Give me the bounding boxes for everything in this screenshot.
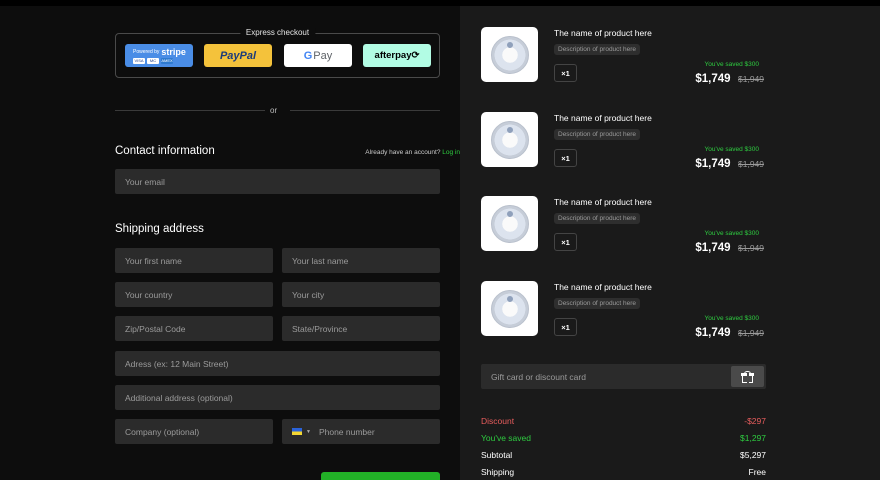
phone-placeholder: Phone number: [318, 426, 375, 437]
ukraine-flag-icon[interactable]: [292, 428, 302, 435]
old-price: $1,949: [738, 74, 764, 84]
mastercard-icon: MC: [147, 58, 159, 64]
product-price: $1,749 $1,949: [695, 238, 764, 256]
product-name: The name of product here: [554, 28, 652, 38]
first-name-field[interactable]: Your first name: [115, 248, 273, 273]
subtotal-label: Subtotal: [481, 450, 513, 460]
gift-card-placeholder: Gift card or discount card: [491, 371, 586, 382]
product-description: Description of product here: [554, 44, 641, 55]
continue-button[interactable]: [321, 472, 440, 480]
amex-icon: AMEX: [161, 58, 173, 64]
google-g-icon: G: [303, 49, 313, 62]
product-description: Description of product here: [554, 298, 641, 309]
saved-label: You've saved: [481, 433, 531, 443]
old-price: $1,949: [738, 328, 764, 338]
product-name: The name of product here: [554, 282, 652, 292]
current-price: $1,749: [695, 242, 731, 254]
zip-field[interactable]: Zip/Postal Code: [115, 316, 273, 341]
old-price: $1,949: [738, 159, 764, 169]
product-price: $1,749 $1,949: [695, 154, 764, 172]
stripe-pay-button[interactable]: Powered by stripe VISA MC AMEX: [125, 44, 193, 67]
email-field[interactable]: Your email: [115, 169, 440, 194]
shipping-label: Shipping: [481, 467, 515, 477]
current-price: $1,749: [695, 73, 731, 85]
current-price: $1,749: [695, 327, 731, 339]
subtotal-row: Subtotal $5,297: [481, 450, 766, 460]
login-link[interactable]: Log in: [442, 149, 460, 156]
product-thumbnail: [481, 281, 538, 336]
gift-icon: [741, 370, 754, 383]
gpay-label: Pay: [313, 49, 333, 62]
country-field[interactable]: Your country: [115, 282, 273, 307]
robot-vacuum-icon: [490, 204, 529, 243]
product-price: $1,749 $1,949: [695, 323, 764, 341]
product-thumbnail: [481, 112, 538, 167]
saved-amount: You've saved $300: [704, 315, 760, 322]
divider-right: [290, 110, 440, 111]
quantity-badge[interactable]: ×1: [554, 64, 577, 82]
subtotal-value: $5,297: [740, 450, 766, 460]
product-thumbnail: [481, 27, 538, 82]
product-description: Description of product here: [554, 129, 641, 140]
state-field[interactable]: State/Province: [282, 316, 440, 341]
product-description: Description of product here: [554, 213, 641, 224]
contact-information-title: Contact information: [115, 145, 215, 157]
gift-card-input[interactable]: Gift card or discount card: [481, 364, 766, 389]
quantity-badge[interactable]: ×1: [554, 233, 577, 251]
company-field[interactable]: Company (optional): [115, 419, 273, 444]
google-pay-button[interactable]: G Pay: [284, 44, 352, 67]
chevron-down-icon[interactable]: ▼: [306, 429, 311, 435]
or-separator: or: [270, 106, 278, 115]
visa-icon: VISA: [133, 58, 145, 64]
express-checkout-box: Express checkout Powered by stripe VISA …: [115, 28, 440, 78]
robot-vacuum-icon: [490, 289, 529, 328]
saved-amount: You've saved $300: [704, 146, 760, 153]
robot-vacuum-icon: [490, 120, 529, 159]
express-checkout-label: Express checkout: [239, 28, 316, 37]
product-thumbnail: [481, 196, 538, 251]
apply-gift-button[interactable]: [731, 366, 764, 387]
stripe-brand: stripe: [161, 47, 186, 57]
product-name: The name of product here: [554, 197, 652, 207]
stripe-prefix: Powered by: [133, 49, 160, 55]
saved-amount: You've saved $300: [704, 61, 760, 68]
divider-left: [115, 110, 265, 111]
quantity-badge[interactable]: ×1: [554, 149, 577, 167]
current-price: $1,749: [695, 158, 731, 170]
cart-item: The name of product here Description of …: [481, 196, 766, 254]
old-price: $1,949: [738, 243, 764, 253]
last-name-field[interactable]: Your last name: [282, 248, 440, 273]
account-prompt: Already have an account? Log in: [365, 149, 460, 156]
discount-value: -$297: [744, 416, 766, 426]
discount-label: Discount: [481, 416, 515, 426]
afterpay-button[interactable]: afterpay⟳: [363, 44, 431, 67]
address-field[interactable]: Adress (ex: 12 Main Street): [115, 351, 440, 376]
product-price: $1,749 $1,949: [695, 69, 764, 87]
city-field[interactable]: Your city: [282, 282, 440, 307]
robot-vacuum-icon: [490, 35, 529, 74]
saved-row: You've saved $1,297: [481, 433, 766, 443]
shipping-value: Free: [748, 467, 766, 477]
paypal-button[interactable]: PayPal: [204, 44, 272, 67]
phone-field[interactable]: ▼ Phone number: [282, 419, 440, 444]
saved-amount: You've saved $300: [704, 230, 760, 237]
discount-row: Discount -$297: [481, 416, 766, 426]
saved-value: $1,297: [740, 433, 766, 443]
cart-item: The name of product here Description of …: [481, 281, 766, 339]
quantity-badge[interactable]: ×1: [554, 318, 577, 336]
cart-item: The name of product here Description of …: [481, 112, 766, 170]
additional-address-field[interactable]: Additional address (optional): [115, 385, 440, 410]
product-name: The name of product here: [554, 113, 652, 123]
shipping-row: Shipping Free: [481, 467, 766, 477]
account-text: Already have an account?: [365, 149, 441, 156]
shipping-address-title: Shipping address: [115, 223, 204, 235]
stripe-card-icons: VISA MC AMEX: [133, 58, 173, 64]
stripe-logo: Powered by stripe: [133, 47, 186, 57]
cart-item: The name of product here Description of …: [481, 27, 766, 85]
